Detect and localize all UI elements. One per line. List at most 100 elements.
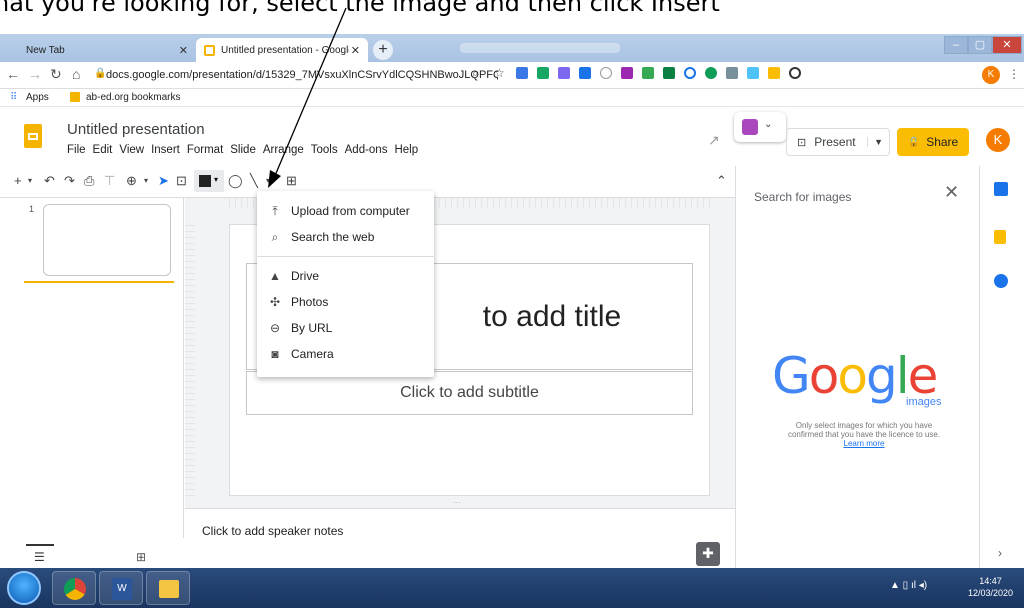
filmstrip-view-icon[interactable]: ☰ — [34, 550, 45, 564]
apps-grid-icon[interactable]: ⠿ — [10, 92, 17, 103]
menu-edit[interactable]: Edit — [93, 144, 113, 156]
line-icon[interactable]: ╲ — [250, 173, 258, 189]
menu-insert[interactable]: Insert — [151, 144, 180, 156]
new-slide-icon[interactable]: + — [14, 173, 22, 188]
menu-tools[interactable]: Tools — [311, 144, 338, 156]
zoom-icon[interactable]: ⌕ — [472, 66, 479, 81]
keep-icon[interactable] — [994, 230, 1006, 244]
tray-icons[interactable]: ▲ ▯ ıl ◂) — [890, 580, 927, 591]
menu-view[interactable]: View — [119, 144, 144, 156]
extension-icon[interactable] — [579, 67, 591, 79]
start-button[interactable] — [7, 571, 41, 605]
close-window-icon[interactable]: ✕ — [992, 36, 1022, 54]
clock-date: 12/03/2020 — [968, 588, 1014, 598]
star-icon[interactable]: ☆ — [494, 66, 505, 80]
menu-format[interactable]: Format — [187, 144, 223, 156]
menu-file[interactable]: File — [67, 144, 86, 156]
menu-add-ons[interactable]: Add-ons — [345, 144, 388, 156]
reload-icon[interactable]: ↻ — [50, 66, 62, 83]
profile-avatar[interactable]: K — [982, 66, 1000, 84]
chevron-down-icon[interactable]: ▼ — [867, 137, 883, 147]
system-clock[interactable]: 14:47 12/03/2020 — [968, 575, 1013, 599]
extension-icon[interactable] — [768, 67, 780, 79]
close-icon[interactable]: ✕ — [179, 44, 188, 57]
chevron-down-icon[interactable]: ▾ — [144, 176, 148, 185]
explorer-taskbar-button[interactable] — [146, 571, 190, 605]
chevron-right-icon[interactable]: › — [998, 546, 1002, 560]
menu-help[interactable]: Help — [394, 144, 418, 156]
shape-icon[interactable]: ◯ — [228, 173, 243, 189]
print-icon[interactable]: ⎙ — [84, 173, 94, 189]
extension-icon[interactable] — [747, 67, 759, 79]
extension-icon[interactable] — [642, 67, 654, 79]
speaker-notes[interactable]: Click to add speaker notes — [185, 508, 735, 568]
menu-item-drive[interactable]: ▲ Drive — [257, 263, 434, 289]
menu-item-upload[interactable]: ⤒ Upload from computer — [257, 198, 434, 224]
activity-icon[interactable]: ↗ — [708, 132, 720, 149]
slides-logo-icon[interactable] — [24, 124, 42, 148]
text-box-icon[interactable]: ⊡ — [176, 173, 187, 189]
learn-more-link[interactable]: Learn more — [844, 439, 885, 448]
extension-icon[interactable] — [789, 67, 801, 79]
grid-view-icon[interactable]: ⊞ — [136, 550, 146, 564]
explore-button[interactable]: ✚ — [696, 542, 720, 566]
extension-icon[interactable] — [684, 67, 696, 79]
menu-item-camera[interactable]: ◙ Camera — [257, 341, 434, 367]
browser-tab-bar: New Tab ✕ Untitled presentation - Google… — [0, 34, 1024, 62]
select-icon[interactable]: ➤ — [158, 173, 169, 189]
menu-item-photos[interactable]: ✣ Photos — [257, 289, 434, 315]
tab-untitled-presentation[interactable]: Untitled presentation - Google Sl ✕ — [196, 38, 368, 62]
paint-format-icon[interactable]: ⊤ — [104, 173, 115, 189]
collapse-icon[interactable]: ⌃ — [716, 173, 727, 189]
extension-icon[interactable] — [558, 67, 570, 79]
extension-icon[interactable] — [600, 67, 612, 79]
extension-icon[interactable] — [726, 67, 738, 79]
menu-slide[interactable]: Slide — [230, 144, 256, 156]
resize-handle-icon[interactable]: ··· — [453, 498, 461, 507]
chrome-taskbar-button[interactable] — [52, 571, 96, 605]
bookmark-apps[interactable]: Apps — [26, 92, 49, 103]
share-label: Share — [926, 135, 959, 149]
close-icon[interactable]: ✕ — [944, 182, 959, 203]
menu-arrange[interactable]: Arrange — [263, 144, 304, 156]
share-button[interactable]: 🔒 Share — [897, 128, 969, 156]
forward-icon[interactable]: → — [28, 66, 42, 82]
word-icon: W — [112, 578, 132, 600]
menu-dots-icon[interactable]: ⋮ — [1008, 67, 1020, 81]
image-button[interactable]: ▾ — [194, 170, 224, 192]
new-tab-button[interactable]: + — [373, 40, 393, 60]
subtitle-placeholder[interactable]: Click to add subtitle — [246, 371, 693, 415]
extension-icon[interactable] — [537, 67, 549, 79]
present-button[interactable]: ⊡ Present ▼ — [786, 128, 890, 156]
word-taskbar-button[interactable]: W — [99, 571, 143, 605]
tab-label: Untitled presentation - Google Sl — [221, 44, 349, 56]
chevron-down-icon[interactable]: ▾ — [28, 176, 32, 185]
comment-icon[interactable]: ⊞ — [286, 173, 297, 189]
tasks-icon[interactable] — [994, 274, 1008, 288]
menu-item-search-web[interactable]: ⌕ Search the web — [257, 224, 434, 250]
redo-icon[interactable]: ↷ — [64, 173, 75, 189]
close-icon[interactable]: ✕ — [351, 44, 360, 57]
zoom-icon[interactable]: ⊕ — [126, 173, 137, 189]
menu-item-by-url[interactable]: ⊖ By URL — [257, 315, 434, 341]
image-search-input[interactable]: Search for images — [754, 190, 851, 204]
minimize-icon[interactable]: – — [944, 36, 968, 54]
extension-icon[interactable] — [663, 67, 675, 79]
document-title[interactable]: Untitled presentation — [67, 121, 205, 138]
back-icon[interactable]: ← — [6, 66, 20, 82]
addon-badge[interactable]: ⌄ — [734, 112, 786, 142]
account-avatar[interactable]: K — [986, 128, 1010, 152]
active-view-indicator — [26, 544, 54, 546]
home-icon[interactable]: ⌂ — [72, 66, 80, 82]
maximize-icon[interactable]: ▢ — [968, 36, 992, 54]
tab-new-tab[interactable]: New Tab ✕ — [18, 38, 196, 62]
extension-icon[interactable] — [621, 67, 633, 79]
undo-icon[interactable]: ↶ — [44, 173, 55, 189]
url-input[interactable]: docs.google.com/presentation/d/15329_7MV… — [106, 65, 498, 86]
calendar-icon[interactable] — [994, 182, 1008, 196]
slide-thumbnail[interactable] — [43, 204, 171, 276]
chevron-down-icon[interactable]: ▾ — [266, 176, 270, 185]
bookmark-folder[interactable]: ab-ed.org bookmarks — [86, 92, 181, 103]
extension-icon[interactable] — [705, 67, 717, 79]
extension-icon[interactable] — [516, 67, 528, 79]
